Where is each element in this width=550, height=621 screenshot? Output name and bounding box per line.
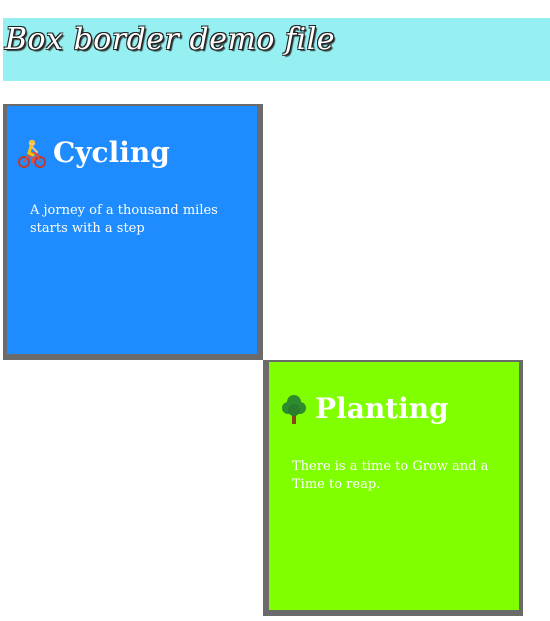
cycling-card: Cycling A jorney of a thousand miles sta… (3, 104, 263, 360)
cycling-heading: Cycling (17, 136, 170, 169)
planting-title: Planting (315, 392, 449, 425)
page-title: Box border demo file (5, 22, 336, 57)
header-banner: Box border demo file (3, 18, 550, 81)
planting-text: There is a time to Grow and a Time to re… (292, 459, 489, 492)
cycling-text: A jorney of a thousand miles starts with… (30, 203, 218, 236)
tree-icon (279, 393, 309, 425)
planting-card: Planting There is a time to Grow and a T… (263, 360, 523, 616)
planting-heading: Planting (279, 392, 449, 425)
cycling-title: Cycling (53, 136, 170, 169)
page: Box border demo file Cycling A jorney of… (0, 0, 550, 621)
bicycle-icon (17, 137, 47, 169)
